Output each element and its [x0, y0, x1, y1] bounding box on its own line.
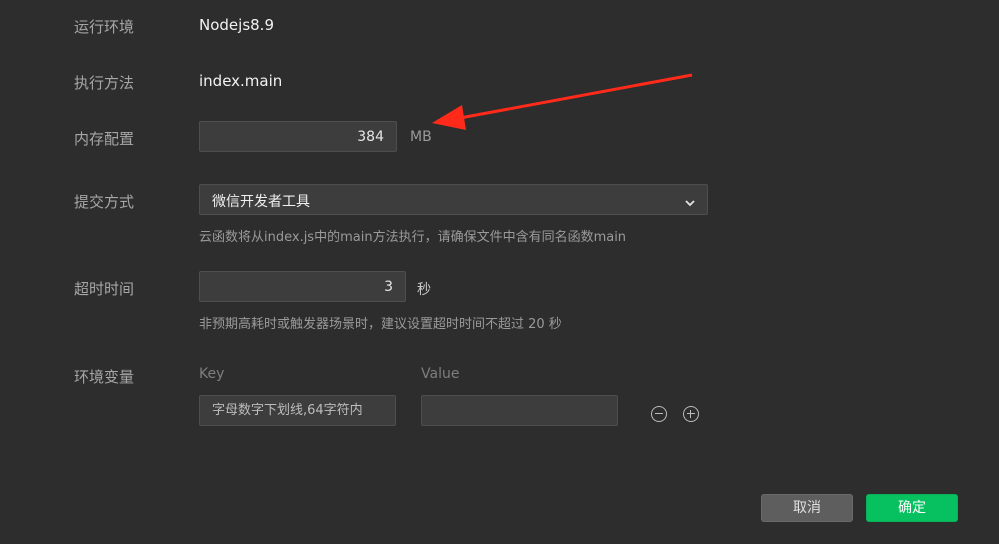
red-arrow-annotation-icon [432, 73, 693, 130]
